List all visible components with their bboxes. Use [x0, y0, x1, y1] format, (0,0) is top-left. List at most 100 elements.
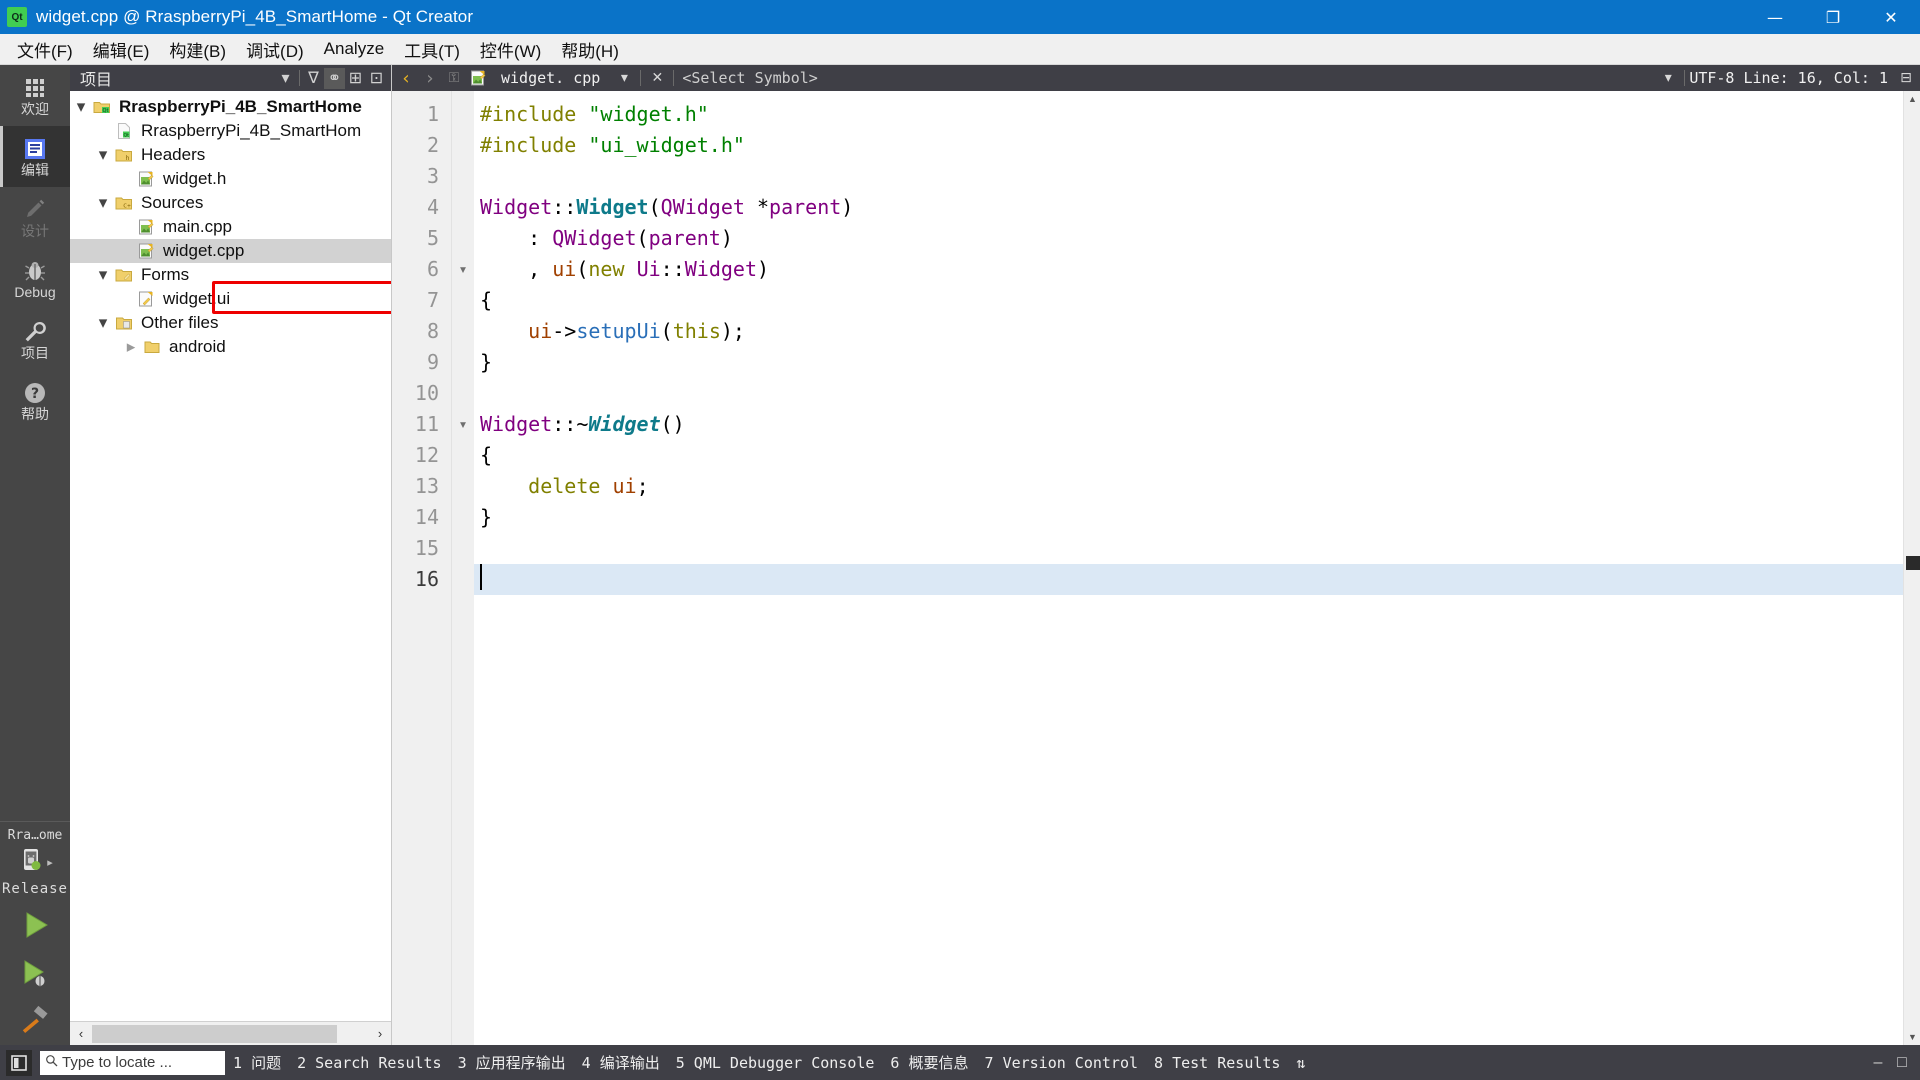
close-file-icon[interactable]: ✕	[645, 67, 669, 89]
mode-edit[interactable]: 编辑	[0, 126, 70, 187]
mode-debug[interactable]: Debug	[0, 248, 70, 309]
scroll-down-arrow-icon[interactable]: ▼	[1904, 1029, 1920, 1045]
filter-dropdown-icon[interactable]: ▾	[275, 68, 296, 89]
menu-debug[interactable]: 调试(D)	[236, 34, 314, 65]
chevron-down-icon[interactable]: ▾	[92, 313, 114, 333]
open-file-tab-label[interactable]: widget. cpp	[501, 69, 600, 87]
menu-tools[interactable]: 工具(T)	[394, 34, 470, 65]
back-icon[interactable]: ‹	[394, 67, 418, 89]
output-pane-compile-output[interactable]: 4 编译输出	[574, 1052, 668, 1073]
minimize-button[interactable]: —	[1746, 0, 1804, 34]
maximize-output-icon[interactable]: □	[1890, 1051, 1914, 1075]
scrollbar-track[interactable]	[92, 1022, 369, 1045]
chevron-down-icon[interactable]: ▾	[92, 145, 114, 165]
output-pane-test-results[interactable]: 8 Test Results	[1146, 1054, 1288, 1072]
code-line: Widget::~Widget()	[474, 409, 1903, 440]
scroll-position-marker[interactable]	[1906, 556, 1920, 570]
unlock-icon[interactable]: ⚿	[442, 67, 466, 89]
split-editor-icon[interactable]: ⊟	[1894, 67, 1918, 89]
code-token: )	[841, 195, 854, 219]
scrollbar-thumb[interactable]	[92, 1024, 337, 1043]
menu-edit[interactable]: 编辑(E)	[83, 34, 160, 65]
mode-projects[interactable]: 项目	[0, 309, 70, 370]
output-pane-qml-debugger-console[interactable]: 5 QML Debugger Console	[668, 1054, 883, 1072]
debug-button[interactable]	[0, 949, 70, 997]
code-line: : QWidget(parent)	[474, 223, 1903, 254]
sidebar-toggle-icon[interactable]	[6, 1049, 32, 1076]
tree-row-widget-h[interactable]: widget.h	[70, 167, 391, 191]
close-button[interactable]: ✕	[1862, 0, 1920, 34]
menu-build[interactable]: 构建(B)	[159, 34, 236, 65]
tree-row-other-files[interactable]: ▾ Other files	[70, 311, 391, 335]
menu-widgets[interactable]: 控件(W)	[470, 34, 551, 65]
kit-selector[interactable]: Rra…ome ▸ Release	[0, 821, 70, 901]
output-pane-application-output[interactable]: 3 应用程序输出	[450, 1052, 574, 1073]
tree-label: widget.ui	[163, 289, 231, 308]
pane-label: Version Control	[1002, 1053, 1139, 1072]
code-text-area[interactable]: #include "widget.h" #include "ui_widget.…	[474, 91, 1903, 1045]
menu-file[interactable]: 文件(F)	[7, 34, 83, 65]
symbol-selector[interactable]: <Select Symbol>	[682, 69, 817, 87]
build-button[interactable]	[0, 997, 70, 1045]
project-tree[interactable]: ▾ Qt RraspberryPi_4B_SmartHome ▾	[70, 91, 391, 1021]
fold-marker-line6[interactable]: ▾	[452, 254, 474, 285]
headers-folder-icon: h	[114, 146, 134, 164]
tree-row-android[interactable]: ▸ android	[70, 335, 391, 359]
run-button[interactable]	[0, 901, 70, 949]
output-pane-search-results[interactable]: 2 Search Results	[289, 1054, 450, 1072]
tree-row-widget-cpp[interactable]: widget.cpp	[70, 239, 391, 263]
fold-marker-line11[interactable]: ▾	[452, 409, 474, 440]
tree-row-main-cpp[interactable]: main.cpp	[70, 215, 391, 239]
modebar-spacer	[0, 431, 70, 821]
minimize-output-icon[interactable]: –	[1866, 1051, 1890, 1075]
encoding-dropdown-icon[interactable]: ▾	[1656, 67, 1680, 89]
fold-marker	[452, 316, 474, 347]
scroll-left-arrow-icon[interactable]: ‹	[70, 1023, 92, 1045]
filter-icon[interactable]: ∇	[303, 68, 324, 89]
tree-row-widget-ui[interactable]: widget.ui	[70, 287, 391, 311]
menu-analyze[interactable]: Analyze	[314, 36, 394, 62]
encoding-and-cursor-status: UTF-8 Line: 16, Col: 1	[1689, 69, 1888, 87]
output-pane-issues[interactable]: 1 问题	[225, 1052, 289, 1073]
close-split-icon[interactable]: ⊡	[366, 68, 387, 89]
tree-row-forms[interactable]: ▾ Forms	[70, 263, 391, 287]
mode-help[interactable]: ? 帮助	[0, 370, 70, 431]
pane-label: Test Results	[1172, 1053, 1281, 1072]
project-panel-title: 项目	[80, 72, 113, 89]
chevron-down-icon[interactable]: ▾	[92, 265, 114, 285]
tree-row-headers[interactable]: ▾ h Headers	[70, 143, 391, 167]
text-cursor	[480, 564, 482, 590]
code-folding-column[interactable]: ▾ ▾	[452, 91, 474, 1045]
code-token: ::	[552, 195, 577, 219]
chevron-down-icon[interactable]: ▾	[70, 97, 92, 117]
tree-label: RraspberryPi_4B_SmartHom	[141, 121, 362, 140]
sources-folder-icon: C+	[114, 194, 134, 212]
chevron-right-icon[interactable]: ▸	[120, 337, 142, 357]
kit-expand-arrow-icon[interactable]: ▸	[47, 856, 53, 869]
project-tree-horizontal-scrollbar[interactable]: ‹ ›	[70, 1021, 391, 1045]
tree-row-pro-file[interactable]: ▾ Qt RraspberryPi_4B_SmartHom	[70, 119, 391, 143]
scroll-up-arrow-icon[interactable]: ▲	[1904, 91, 1920, 107]
file-dropdown-icon[interactable]: ▾	[612, 67, 636, 89]
scroll-right-arrow-icon[interactable]: ›	[369, 1023, 391, 1045]
line-number: 14	[414, 505, 439, 529]
mode-welcome[interactable]: 欢迎	[0, 65, 70, 126]
bug-icon	[23, 259, 47, 283]
tree-row-project-root[interactable]: ▾ Qt RraspberryPi_4B_SmartHome	[70, 95, 391, 119]
menu-help[interactable]: 帮助(H)	[551, 34, 629, 65]
maximize-button[interactable]: ❐	[1804, 0, 1862, 34]
add-split-icon[interactable]: ⊞	[345, 68, 366, 89]
output-pane-resize-handle[interactable]: ⇅	[1288, 1054, 1313, 1072]
mode-design-label: 设计	[21, 222, 49, 239]
fold-marker	[452, 564, 474, 595]
chevron-down-icon[interactable]: ▾	[92, 193, 114, 213]
locator-input[interactable]: Type to locate ...	[40, 1050, 225, 1075]
output-pane-general-messages[interactable]: 6 概要信息	[882, 1052, 976, 1073]
output-pane-version-control[interactable]: 7 Version Control	[977, 1054, 1147, 1072]
code-token: parent	[648, 226, 721, 250]
link-with-editor-icon[interactable]: ⚭	[324, 67, 345, 89]
forward-icon[interactable]: ›	[418, 67, 442, 89]
editor-vertical-scrollbar[interactable]: ▲ ▼	[1903, 91, 1920, 1045]
tree-row-sources[interactable]: ▾ C+ Sources	[70, 191, 391, 215]
